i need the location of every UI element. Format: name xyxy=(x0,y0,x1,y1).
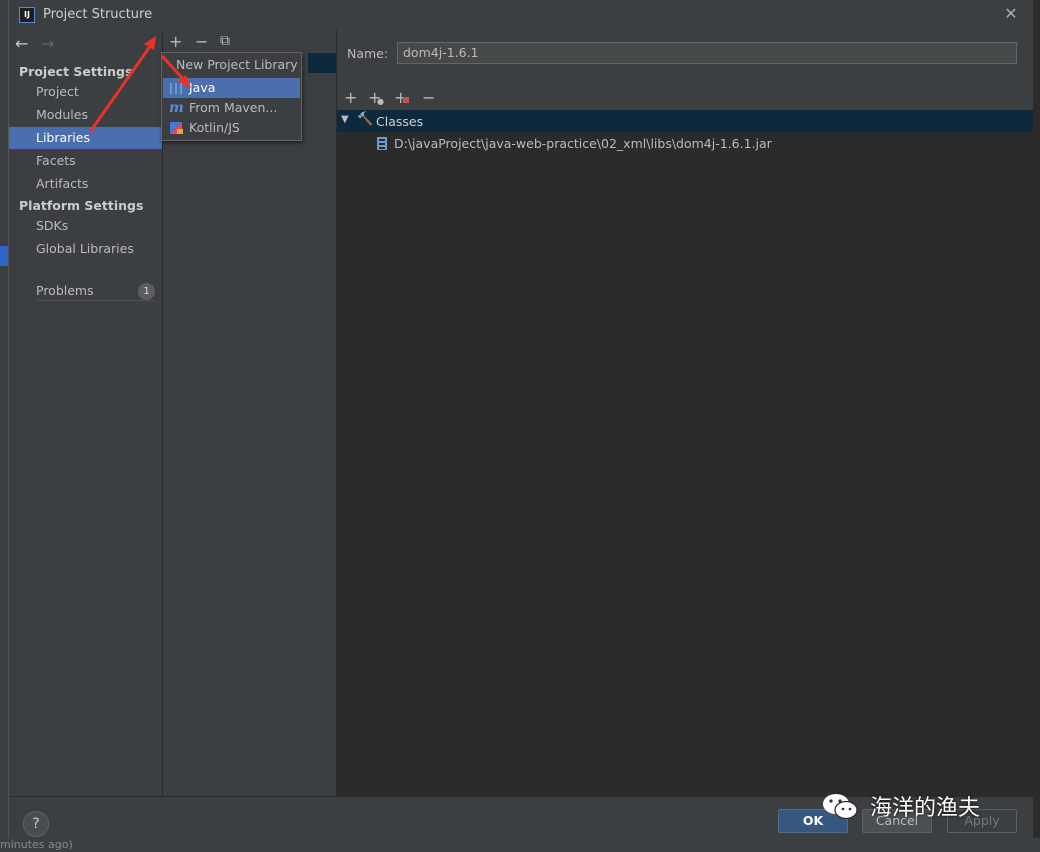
hammer-icon: 🔨 xyxy=(357,112,374,127)
popup-item-kotlin-js-label: Kotlin/JS xyxy=(189,120,240,135)
project-settings-header: Project Settings xyxy=(19,64,133,79)
add-root-icon[interactable]: + xyxy=(344,88,357,107)
wechat-icon xyxy=(823,794,858,820)
window-title: Project Structure xyxy=(43,7,153,22)
library-list[interactable] xyxy=(163,54,336,796)
background-ide-strip xyxy=(0,0,8,852)
remove-library-icon[interactable]: − xyxy=(195,32,208,51)
add-jar-root-icon[interactable]: + xyxy=(394,88,409,107)
classes-label: Classes xyxy=(376,114,424,129)
maven-icon: m xyxy=(169,100,184,116)
remove-root-icon[interactable]: − xyxy=(422,88,435,107)
intellij-app-icon: IJ xyxy=(19,7,35,23)
popup-item-java[interactable]: Java xyxy=(163,78,300,98)
watermark-text: 海洋的渔夫 xyxy=(870,796,981,821)
platform-settings-header: Platform Settings xyxy=(19,198,144,213)
add-external-root-icon[interactable]: + ● xyxy=(368,88,384,107)
forward-icon[interactable]: → xyxy=(41,34,54,53)
background-status-strip: minutes ago) xyxy=(0,838,1040,852)
nav-item-global-libraries[interactable]: Global Libraries xyxy=(9,238,162,260)
popup-item-from-maven[interactable]: m From Maven... xyxy=(163,98,300,118)
jar-file-icon xyxy=(377,137,387,150)
title-bar: IJ Project Structure ✕ xyxy=(9,0,1033,30)
jar-path: D:\javaProject\java-web-practice\02_xml\… xyxy=(394,136,772,151)
nav-item-project[interactable]: Project xyxy=(9,81,162,103)
library-detail-pane: Name: dom4j-1.6.1 + + ● + − ▼ 🔨 Classes D… xyxy=(337,30,1033,796)
help-button[interactable]: ? xyxy=(23,811,49,837)
settings-nav: ← → Project Settings Project Modules Lib… xyxy=(9,30,163,796)
library-list-pane: + − ⧉ xyxy=(163,30,337,796)
popup-item-from-maven-label: From Maven... xyxy=(189,100,278,115)
nav-item-facets[interactable]: Facets xyxy=(9,150,162,172)
library-list-selected-row[interactable] xyxy=(308,53,336,73)
popup-title: New Project Library xyxy=(176,57,298,72)
library-name-field[interactable]: dom4j-1.6.1 xyxy=(397,42,1017,64)
new-project-library-popup: New Project Library Java m From Maven...… xyxy=(161,52,302,141)
java-library-icon xyxy=(169,81,184,95)
name-label: Name: xyxy=(347,46,389,61)
background-selection-mark xyxy=(0,246,8,266)
popup-item-kotlin-js[interactable]: Kotlin/JS xyxy=(163,118,300,138)
background-status-text: minutes ago) xyxy=(0,838,73,851)
expand-triangle-icon[interactable]: ▼ xyxy=(341,114,349,125)
copy-library-icon[interactable]: ⧉ xyxy=(220,33,230,49)
close-icon[interactable]: ✕ xyxy=(1001,4,1021,24)
back-icon[interactable]: ← xyxy=(15,34,28,53)
library-roots-tree: ▼ 🔨 Classes D:\javaProject\java-web-prac… xyxy=(337,110,1033,796)
nav-item-modules[interactable]: Modules xyxy=(9,104,162,126)
kotlin-icon xyxy=(169,121,184,135)
add-library-icon[interactable]: + xyxy=(169,32,182,51)
popup-item-java-label: Java xyxy=(189,80,216,95)
nav-item-artifacts[interactable]: Artifacts xyxy=(9,173,162,195)
problems-count-badge: 1 xyxy=(138,283,155,300)
classes-node[interactable]: ▼ 🔨 Classes xyxy=(337,110,1033,132)
nav-item-libraries[interactable]: Libraries xyxy=(9,127,162,149)
nav-item-sdks[interactable]: SDKs xyxy=(9,215,162,237)
